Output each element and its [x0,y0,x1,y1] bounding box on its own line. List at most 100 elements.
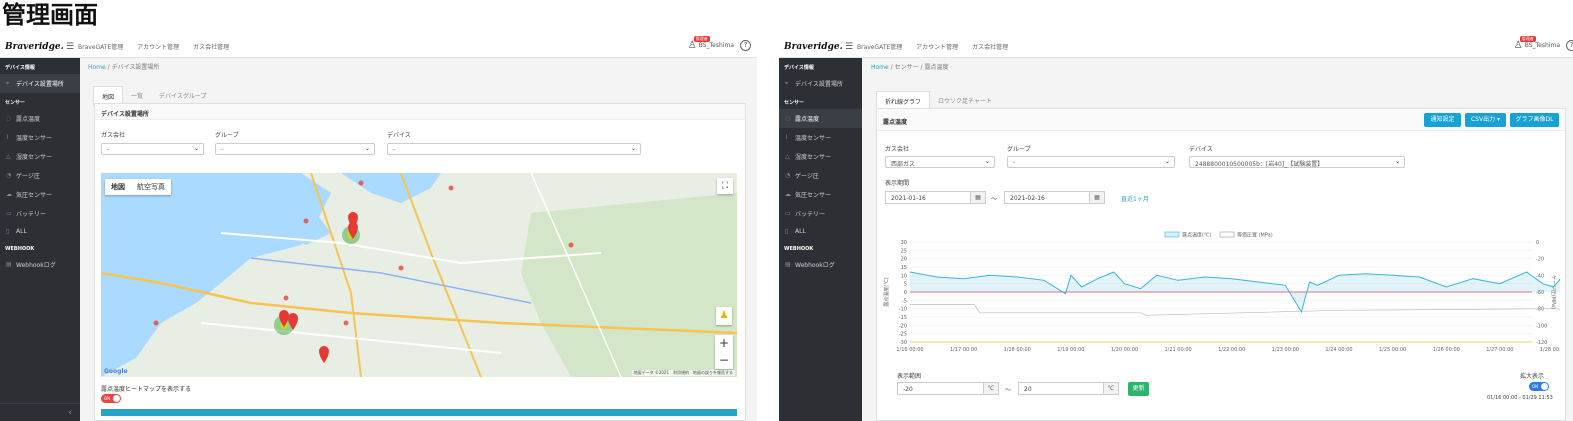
sidebar-item-humidity[interactable]: △ 湿度センサー [0,147,80,166]
group-select[interactable]: - ⌄ [1007,156,1175,168]
hamburger-icon[interactable]: ☰ [841,42,857,52]
droplet-icon: △ [6,153,11,160]
sidebar-section-device: デバイス情報 [5,65,35,71]
x-tick-label: 1/20 00:00 [1111,347,1138,353]
sidebar-item-temperature[interactable]: ⌇ 温度センサー [779,128,862,147]
nav-bravegate[interactable]: BraveGATE管理 [857,44,902,51]
top-nav: BraveGATE管理 アカウント管理 ガス会社管理 [78,42,241,51]
sidebar-item-device-location[interactable]: ⌖ デバイス設置場所 [779,74,862,93]
collapse-icon[interactable]: ‹ [0,403,80,421]
sidebar-item-webhook-log[interactable]: ▤ Webhookログ [0,255,80,274]
csv-export-button[interactable]: CSV出力 ▾ [1465,113,1506,127]
legend-label-pressure: 等価圧置 (MPa) [1237,232,1273,239]
update-button[interactable]: 更新 [1128,382,1149,396]
x-tick-label: 1/16 00:00 [896,347,923,353]
legend-swatch-dew [1164,231,1180,238]
chevron-down-icon: ⌄ [630,145,636,152]
hamburger-icon[interactable]: ☰ [62,42,78,52]
y-tick-label: -25 [899,332,907,338]
zoom-in-button[interactable]: + [715,335,733,352]
fullscreen-icon[interactable]: ⛶ [717,178,733,194]
pegman-icon[interactable]: ♟ [716,307,732,325]
y-tick-label: 10 [901,273,907,279]
help-icon[interactable]: ? [1566,40,1573,51]
sidebar-item-gauge[interactable]: ◔ ゲージ圧 [0,166,80,185]
user-name: BS_Teshima [1524,42,1560,49]
sidebar: デバイス情報 ⌖ デバイス設置場所 センサー ◌ 露点温度 ⌇ 温度センサー △ 湿度セ… [779,58,862,421]
gas-company-select[interactable]: 西部ガス ⌄ [885,156,995,168]
droplet-icon: △ [785,153,790,160]
thermometer-icon: ⌇ [6,134,9,141]
sidebar-item-pressure[interactable]: ☁ 気圧センサー [779,185,862,204]
gas-company-select[interactable]: - ⌄ [101,143,204,155]
chevron-down-icon: ⌄ [984,158,990,165]
card-title: 露点温度 [877,109,1565,131]
period-note: 01/16 00:00 - 01/29 11:53 [1487,395,1553,401]
doc-icon: ▯ [785,228,789,235]
sidebar-item-webhook-log[interactable]: ▤ Webhookログ [779,255,862,274]
sidebar-item-humidity[interactable]: △ 湿度センサー [779,147,862,166]
nav-account[interactable]: アカウント管理 [916,44,958,51]
map-type-satellite[interactable]: 航空写真 [131,179,171,195]
logo[interactable]: Braveridge. [0,42,64,52]
date-from-input[interactable]: 2021-01-16 [885,191,971,204]
y-tick-label: 25 [901,248,907,254]
sidebar-item-battery[interactable]: ▭ バッテリー [779,204,862,223]
filter-label-device: デバイス [387,132,411,139]
logo[interactable]: Braveridge. [779,42,843,52]
dew-point-chart: 30 25 20 15 10 5 0 -5 -10 -15 -20 -25 -30 0 -20 -40 -60-… [880,230,1560,360]
help-icon[interactable]: ? [740,40,751,51]
chevron-down-icon: ⌄ [1164,158,1170,165]
sidebar-item-gauge[interactable]: ◔ ゲージ圧 [779,166,862,185]
chevron-down-icon: ⌄ [364,145,370,152]
x-tick-label: 1/19 00:00 [1057,347,1084,353]
map-credit: 地図データ ©2021 利用規約 地図の誤りを報告する [631,370,735,376]
heatmap-toggle[interactable]: ON [101,394,121,403]
period-label: 表示期間 [885,180,910,187]
nav-account[interactable]: アカウント管理 [137,44,179,51]
nav-gas-company[interactable]: ガス会社管理 [193,44,229,51]
graph-download-button[interactable]: グラフ画像DL [1510,113,1559,127]
sidebar-item-battery[interactable]: ▭ バッテリー [0,204,80,223]
breadcrumb-sensor[interactable]: センサー [895,64,919,71]
sidebar-item-dew-point[interactable]: ◌ 露点温度 [0,109,80,128]
card-title: デバイス設置場所 [95,104,745,120]
nav-gas-company[interactable]: ガス会社管理 [972,44,1008,51]
pin-icon: ⌖ [6,79,10,87]
zoom-out-button[interactable]: − [715,352,733,369]
range-max-input[interactable]: 20 [1018,382,1104,395]
device-select[interactable]: - ⌄ [387,143,641,155]
expand-label: 拡大表示 [1520,373,1545,380]
chevron-down-icon: ⌄ [193,145,199,152]
previous-month-link[interactable]: 直近1ヶ月 [1121,194,1149,203]
user-menu[interactable]: ♙ 管理者 BS_Teshima ? [688,36,751,51]
map[interactable]: 地図 航空写真 ⛶ ♟ + − Google 地図データ ©2021 利用規約 … [101,173,737,377]
sidebar-item-temperature[interactable]: ⌇ 温度センサー [0,128,80,147]
notify-settings-button[interactable]: 通知設定 [1424,113,1461,127]
nav-bravegate[interactable]: BraveGATE管理 [78,44,123,51]
sidebar-item-pressure[interactable]: ☁ 気圧センサー [0,185,80,204]
sidebar-item-all[interactable]: ▯ ALL [0,223,80,240]
date-to-input[interactable]: 2021-02-16 [1004,191,1090,204]
breadcrumb-home[interactable]: Home [871,64,889,71]
device-select[interactable]: 2488800010500005b：[岩40]_【試験装置】 ⌄ [1189,156,1405,168]
chart-svg: 302520151050-5-10-15-20-25-300-20-40-60-… [883,231,1560,353]
calendar-icon[interactable]: ▦ [970,191,986,204]
range-min-input[interactable]: -20 [897,382,984,395]
role-badge: 管理者 [1519,36,1536,42]
map-type-map[interactable]: 地図 [105,179,131,195]
group-select[interactable]: - ⌄ [215,143,375,155]
calendar-icon[interactable]: ▦ [1089,191,1105,204]
user-menu[interactable]: ♙ 管理者 BS_Teshima ? [1513,36,1573,51]
user-icon: ♙ 管理者 [1513,36,1536,51]
user-name: BS_Teshima [698,42,734,49]
cloud-icon: ☁ [6,191,12,198]
breadcrumb-home[interactable]: Home [88,64,106,71]
sidebar-item-all[interactable]: ▯ ALL [779,223,862,240]
filter-label-gas: ガス会社 [885,146,910,153]
heatmap-label: 露点温度ヒートマップを表示する [101,386,192,393]
expand-toggle[interactable]: ON [1529,382,1549,391]
sidebar-item-device-location[interactable]: ⌖ デバイス設置場所 [0,74,80,93]
sidebar-item-dew-point[interactable]: ◌ 露点温度 [779,109,862,128]
legend-label-dew: 露点温度(℃) [1182,232,1212,239]
